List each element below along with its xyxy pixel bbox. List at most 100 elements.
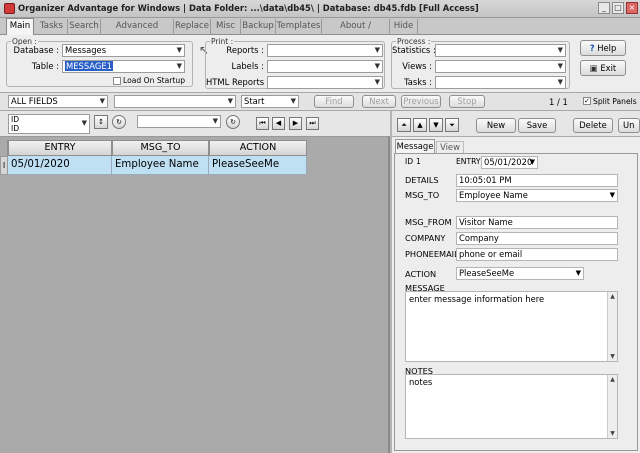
sort-direction-button[interactable]: ↕ (94, 115, 108, 129)
chevron-down-icon: ▼ (529, 158, 535, 166)
find-button[interactable]: Find (314, 95, 354, 108)
main-panel: Open : Database : Messages ▼ Table : MESS… (0, 35, 640, 93)
tasks-label: Tasks : (404, 77, 432, 87)
stop-button[interactable]: Stop (449, 95, 485, 108)
scroll-up-icon: ▲ (610, 293, 615, 300)
refresh-filter-icon[interactable]: ↻ (226, 115, 240, 129)
database-select[interactable]: Messages ▼ (62, 44, 185, 57)
phoneemail-field[interactable]: phone or email (456, 248, 618, 261)
window-title: Organizer Advantage for Windows | Data F… (18, 3, 479, 13)
move-down-icon[interactable]: ▼ (429, 118, 443, 132)
tasks-select[interactable]: ▼ (435, 76, 566, 89)
company-field[interactable]: Company (456, 232, 618, 245)
tab-tasks[interactable]: Tasks (36, 19, 68, 35)
exit-button[interactable]: ▣ Exit (580, 60, 626, 76)
tab-main[interactable]: Main (6, 18, 34, 36)
scroll-down-icon: ▼ (610, 430, 615, 437)
sort-field-select[interactable]: ID ID ▼ (8, 114, 90, 134)
column-header-action[interactable]: ACTION (209, 140, 307, 156)
open-group: Open : Database : Messages ▼ Table : MESS… (6, 37, 193, 87)
delete-record-button[interactable]: Delete (573, 118, 613, 133)
id-label: ID (405, 157, 414, 166)
minimize-icon[interactable]: _ (598, 2, 610, 14)
next-button[interactable]: Next (362, 95, 396, 108)
tab-about-upgrade[interactable]: About / Upgrade (322, 19, 390, 46)
move-up-icon[interactable]: ▲ (413, 118, 427, 132)
next-record-icon[interactable]: ▶ (289, 117, 302, 130)
first-record-icon[interactable]: ⏮ (256, 117, 269, 130)
message-textarea[interactable]: enter message information here ▲ ▼ (405, 291, 618, 362)
title-bar: Organizer Advantage for Windows | Data F… (0, 0, 640, 18)
labels-select[interactable]: ▼ (267, 60, 383, 73)
reports-label: Reports : (226, 45, 264, 55)
msg-from-field[interactable]: Visitor Name (456, 216, 618, 229)
table-select[interactable]: MESSAGE1 ▼ (62, 60, 185, 73)
table-cell-msg-to[interactable]: Employee Name (112, 156, 209, 175)
notes-scrollbar[interactable]: ▲ ▼ (607, 375, 617, 438)
msg-to-select[interactable]: Employee Name ▼ (456, 189, 618, 202)
app-icon (4, 3, 15, 14)
filter-select[interactable]: ▼ (137, 115, 221, 128)
entry-date-field[interactable]: 05/01/2020 ▼ (481, 156, 538, 169)
row-indicator[interactable]: I (0, 156, 8, 175)
table-cell-entry[interactable]: 05/01/2020 (8, 156, 112, 175)
tab-hide[interactable]: Hide (390, 19, 418, 35)
html-reports-select[interactable]: ▼ (267, 76, 383, 89)
chevron-down-icon: ▼ (557, 46, 563, 54)
record-panel: ⏶ ▲ ▼ ⏷ New Save Delete Un Message View … (392, 111, 640, 453)
refresh-sort-icon[interactable]: ↻ (112, 115, 126, 129)
undo-button[interactable]: Un (618, 118, 640, 133)
reports-select[interactable]: ▼ (267, 44, 383, 57)
tab-advanced-search[interactable]: Advanced Search (101, 19, 174, 46)
tab-search[interactable]: Search (68, 19, 101, 35)
previous-record-icon[interactable]: ◀ (272, 117, 285, 130)
search-field-select[interactable]: ALL FIELDS ▼ (8, 95, 108, 108)
company-label: COMPANY (405, 233, 446, 243)
move-top-icon[interactable]: ⏶ (397, 118, 411, 132)
message-form: ID 1 ENTRY 05/01/2020 ▼ DETAILS 10:05:01 … (394, 153, 638, 451)
id-value: 1 (416, 157, 421, 166)
chevron-down-icon: ▼ (212, 117, 218, 125)
tab-templates[interactable]: Templates (276, 19, 322, 35)
tab-backup[interactable]: Backup (241, 19, 276, 35)
tab-view[interactable]: View (436, 141, 464, 153)
move-bottom-icon[interactable]: ⏷ (445, 118, 459, 132)
save-record-button[interactable]: Save (518, 118, 556, 133)
chevron-down-icon: ▼ (557, 62, 563, 70)
table-cell-action[interactable]: PleaseSeeMe (209, 156, 307, 175)
views-select[interactable]: ▼ (435, 60, 566, 73)
chevron-down-icon: ▼ (290, 97, 296, 105)
split-panels-checkbox[interactable]: ✓ (583, 97, 591, 105)
split-panels-label: Split Panels (593, 97, 637, 106)
chevron-down-icon: ▼ (374, 46, 380, 54)
action-label: ACTION (405, 269, 437, 279)
column-header-entry[interactable]: ENTRY (8, 140, 112, 156)
process-group: Process : Statistics : ▼ Views : ▼ Tasks… (391, 37, 570, 89)
details-label: DETAILS (405, 175, 439, 185)
details-field[interactable]: 10:05:01 PM (456, 174, 618, 187)
maximize-icon[interactable]: □ (612, 2, 624, 14)
print-group: Print : Reports : ▼ Labels : ▼ HTML Repo… (205, 37, 385, 89)
previous-button[interactable]: Previous (401, 95, 441, 108)
column-header-msg-to[interactable]: MSG_TO (112, 140, 209, 156)
tab-replace[interactable]: Replace (174, 19, 211, 35)
new-record-button[interactable]: New (476, 118, 516, 133)
help-button[interactable]: ? Help (580, 40, 626, 56)
last-record-icon[interactable]: ⏭ (306, 117, 319, 130)
load-on-startup-checkbox[interactable] (113, 77, 121, 85)
action-select[interactable]: PleaseSeeMe ▼ (456, 267, 584, 280)
match-mode-select[interactable]: Start ▼ (241, 95, 299, 108)
load-on-startup-label: Load On Startup (123, 76, 186, 85)
sort-bar: ID ID ▼ ↕ ↻ ▼ ↻ ⏮ ◀ ▶ ⏭ (0, 111, 390, 137)
tab-message[interactable]: Message (395, 139, 435, 153)
notes-textarea[interactable]: notes ▲ ▼ (405, 374, 618, 439)
search-text-input[interactable]: ▼ (114, 95, 236, 108)
close-icon[interactable]: × (626, 2, 638, 14)
message-scrollbar[interactable]: ▲ ▼ (607, 292, 617, 361)
statistics-select[interactable]: ▼ (435, 44, 566, 57)
msg-from-label: MSG_FROM (405, 217, 452, 227)
scroll-up-icon: ▲ (610, 376, 615, 383)
statistics-label: Statistics : (392, 45, 436, 55)
tab-misc[interactable]: Misc (211, 19, 241, 35)
views-label: Views : (402, 61, 432, 71)
